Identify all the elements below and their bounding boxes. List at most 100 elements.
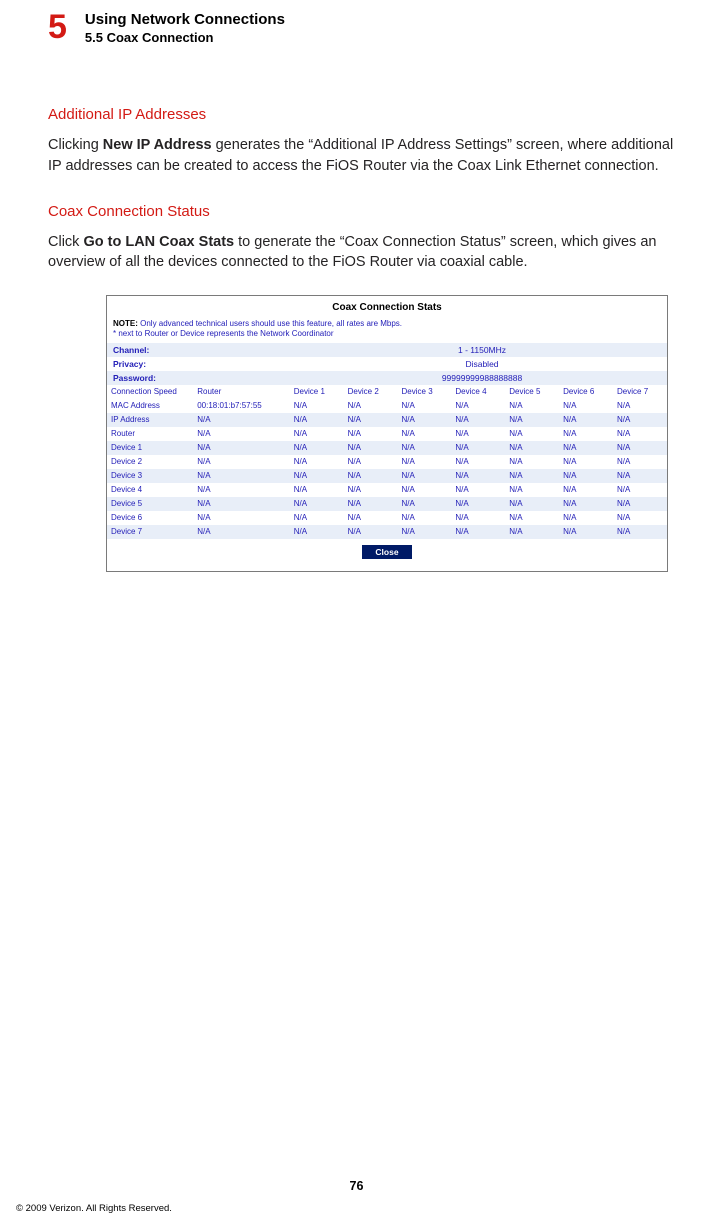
table-cell: N/A (505, 427, 559, 441)
col-header: Device 3 (398, 385, 452, 399)
table-cell: N/A (290, 399, 344, 413)
coax-stats-table: Connection Speed Router Device 1 Device … (107, 385, 667, 539)
table-cell: Router (107, 427, 193, 441)
table-cell: N/A (290, 483, 344, 497)
table-cell: Device 6 (107, 511, 193, 525)
table-cell: N/A (505, 469, 559, 483)
table-cell: N/A (290, 525, 344, 539)
table-cell: Device 3 (107, 469, 193, 483)
chapter-title: Using Network Connections (85, 10, 285, 30)
table-cell: N/A (559, 455, 613, 469)
table-cell: N/A (613, 511, 667, 525)
col-header: Device 4 (451, 385, 505, 399)
table-cell: N/A (451, 483, 505, 497)
table-cell: N/A (398, 455, 452, 469)
table-row: Device 4N/AN/AN/AN/AN/AN/AN/AN/A (107, 483, 667, 497)
table-row: Device 2N/AN/AN/AN/AN/AN/AN/AN/A (107, 455, 667, 469)
table-cell: N/A (451, 497, 505, 511)
table-cell: Device 4 (107, 483, 193, 497)
kv-value: 99999999988888888 (303, 373, 661, 383)
kv-privacy: Privacy: Disabled (107, 357, 667, 371)
screenshot-title: Coax Connection Stats (107, 300, 667, 319)
table-cell: N/A (398, 483, 452, 497)
col-header: Device 6 (559, 385, 613, 399)
table-cell: Device 1 (107, 441, 193, 455)
table-cell: N/A (505, 399, 559, 413)
table-cell: N/A (559, 413, 613, 427)
table-header-row: Connection Speed Router Device 1 Device … (107, 385, 667, 399)
table-cell: N/A (398, 399, 452, 413)
table-cell: N/A (344, 497, 398, 511)
table-cell: IP Address (107, 413, 193, 427)
chapter-number: 5 (48, 10, 67, 44)
table-cell: N/A (398, 497, 452, 511)
table-row: Device 5N/AN/AN/AN/AN/AN/AN/AN/A (107, 497, 667, 511)
table-cell: N/A (613, 525, 667, 539)
table-cell: N/A (290, 441, 344, 455)
text-segment: Clicking (48, 137, 103, 153)
table-cell: N/A (505, 455, 559, 469)
table-cell: MAC Address (107, 399, 193, 413)
table-cell: N/A (290, 497, 344, 511)
table-cell: 00:18:01:b7:57:55 (193, 399, 290, 413)
table-cell: N/A (193, 441, 290, 455)
table-cell: N/A (613, 427, 667, 441)
kv-key: Privacy: (113, 359, 303, 369)
table-cell: N/A (193, 483, 290, 497)
table-cell: Device 2 (107, 455, 193, 469)
text-bold-new-ip: New IP Address (103, 137, 212, 153)
table-cell: Device 5 (107, 497, 193, 511)
table-cell: N/A (613, 483, 667, 497)
table-cell: N/A (290, 427, 344, 441)
table-cell: N/A (290, 413, 344, 427)
col-header: Device 1 (290, 385, 344, 399)
table-cell: N/A (613, 455, 667, 469)
kv-value: 1 - 1150MHz (303, 345, 661, 355)
page-number: 76 (0, 1179, 713, 1193)
section-heading-additional-ip: Additional IP Addresses (48, 106, 678, 123)
table-cell: N/A (505, 525, 559, 539)
table-cell: N/A (344, 483, 398, 497)
table-cell: N/A (193, 511, 290, 525)
col-header: Router (193, 385, 290, 399)
table-row: Device 7N/AN/AN/AN/AN/AN/AN/AN/A (107, 525, 667, 539)
table-cell: N/A (559, 511, 613, 525)
table-cell: N/A (505, 497, 559, 511)
table-cell: N/A (559, 427, 613, 441)
table-cell: N/A (613, 399, 667, 413)
coax-stats-screenshot: Coax Connection Stats NOTE: Only advance… (106, 295, 668, 572)
col-header: Device 5 (505, 385, 559, 399)
table-cell: N/A (559, 483, 613, 497)
table-cell: N/A (290, 511, 344, 525)
table-cell: N/A (613, 441, 667, 455)
table-cell: N/A (451, 441, 505, 455)
screenshot-note: NOTE: Only advanced technical users shou… (107, 319, 667, 343)
table-cell: N/A (398, 525, 452, 539)
table-cell: N/A (344, 525, 398, 539)
col-header: Device 7 (613, 385, 667, 399)
section-heading-coax-status: Coax Connection Status (48, 203, 678, 220)
table-cell: N/A (398, 427, 452, 441)
table-cell: N/A (613, 469, 667, 483)
table-cell: N/A (451, 427, 505, 441)
table-cell: N/A (505, 413, 559, 427)
table-cell: Device 7 (107, 525, 193, 539)
table-cell: N/A (193, 413, 290, 427)
kv-value: Disabled (303, 359, 661, 369)
table-cell: N/A (193, 525, 290, 539)
table-cell: N/A (505, 483, 559, 497)
chapter-header: 5 Using Network Connections 5.5 Coax Con… (48, 10, 678, 46)
table-cell: N/A (398, 511, 452, 525)
table-cell: N/A (505, 511, 559, 525)
table-cell: N/A (398, 413, 452, 427)
table-row: Device 1N/AN/AN/AN/AN/AN/AN/AN/A (107, 441, 667, 455)
table-cell: N/A (290, 455, 344, 469)
table-cell: N/A (451, 511, 505, 525)
close-button[interactable]: Close (362, 545, 412, 559)
table-row: Device 6N/AN/AN/AN/AN/AN/AN/AN/A (107, 511, 667, 525)
table-row: IP AddressN/AN/AN/AN/AN/AN/AN/AN/A (107, 413, 667, 427)
table-cell: N/A (559, 469, 613, 483)
table-row: Device 3N/AN/AN/AN/AN/AN/AN/AN/A (107, 469, 667, 483)
table-cell: N/A (451, 413, 505, 427)
table-cell: N/A (344, 455, 398, 469)
